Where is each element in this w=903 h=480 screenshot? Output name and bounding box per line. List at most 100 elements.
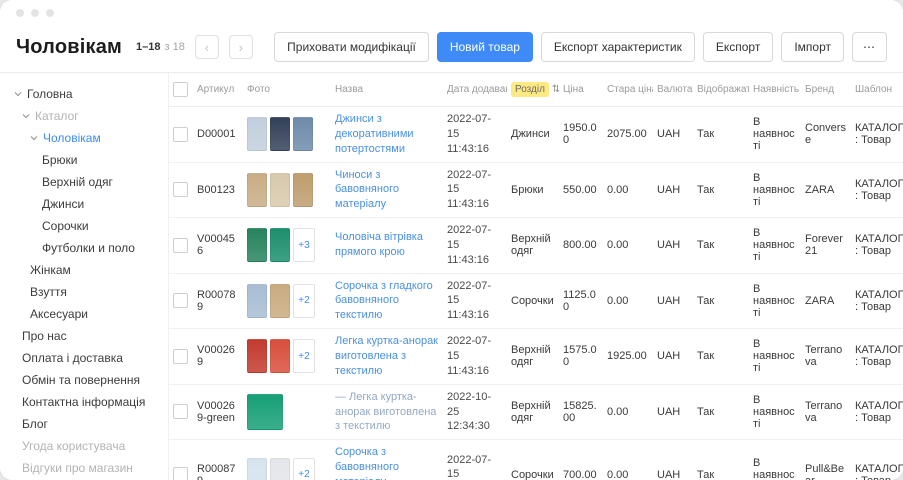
column-header-availability[interactable]: Наявність xyxy=(749,73,801,107)
row-checkbox[interactable] xyxy=(173,404,188,419)
cell-display: Так xyxy=(693,384,749,440)
column-header-price[interactable]: Ціна xyxy=(559,73,603,107)
more-photos-badge[interactable]: +2 xyxy=(293,458,315,480)
column-header-sku[interactable]: Артикул xyxy=(193,73,243,107)
new-product-button[interactable]: Новий товар xyxy=(437,32,533,62)
sidebar-item-label: Аксесуари xyxy=(30,307,88,321)
sidebar-item-pants[interactable]: Брюки xyxy=(12,149,162,171)
product-name-link[interactable]: Сорочка з бавовняного матеріалу притален… xyxy=(335,446,427,480)
row-checkbox[interactable] xyxy=(173,467,188,480)
cell-currency: UAH xyxy=(653,218,693,274)
product-photo[interactable] xyxy=(247,284,267,318)
row-checkbox[interactable] xyxy=(173,127,188,142)
product-name-link[interactable]: Легка куртка-анорак виготовлена з тексти… xyxy=(335,335,438,377)
cell-photos xyxy=(243,107,331,163)
cell-old-price: 0.00 xyxy=(603,440,653,480)
cell-currency: UAH xyxy=(653,440,693,480)
sidebar-item-outerwear[interactable]: Верхній одяг xyxy=(12,171,162,193)
row-checkbox[interactable] xyxy=(173,349,188,364)
sidebar-item-user-agreement[interactable]: Угода користувача xyxy=(12,435,162,457)
pagination-prev-button[interactable]: ‹ xyxy=(195,35,219,59)
cell-availability: В наявності xyxy=(749,218,801,274)
product-photo[interactable] xyxy=(247,117,267,151)
column-header-old_price[interactable]: Стара ціна xyxy=(603,73,653,107)
column-header-photo[interactable]: Фото xyxy=(243,73,331,107)
sidebar-item-contact-info[interactable]: Контактна інформація xyxy=(12,391,162,413)
column-header-template[interactable]: Шаблон xyxy=(851,73,903,107)
column-header-section[interactable]: Розділ⇅ xyxy=(507,73,559,107)
table-row: V000456+3Чоловіча вітрівка прямого крою2… xyxy=(169,218,903,274)
product-name-link[interactable]: Джинси з декоративними потертостями xyxy=(335,113,414,155)
sidebar-item-jeans[interactable]: Джинси xyxy=(12,193,162,215)
sidebar-item-shoes[interactable]: Взуття xyxy=(12,281,162,303)
column-header-date[interactable]: Дата додавання xyxy=(443,73,507,107)
cell-brand: Forever 21 xyxy=(801,218,851,274)
sidebar-item-men[interactable]: Чоловікам xyxy=(12,127,162,149)
product-photo[interactable] xyxy=(247,394,283,430)
product-photo[interactable] xyxy=(270,117,290,151)
row-checkbox[interactable] xyxy=(173,238,188,253)
cell-brand: Terranova xyxy=(801,329,851,385)
sidebar-item-label: Угода користувача xyxy=(22,439,125,453)
sidebar-item-women[interactable]: Жінкам xyxy=(12,259,162,281)
more-photos-badge[interactable]: +2 xyxy=(293,339,315,373)
product-name-link[interactable]: Сорочка з гладкого бавовняного текстилю xyxy=(335,280,433,322)
product-photo[interactable] xyxy=(247,228,267,262)
cell-sku: V000269-green xyxy=(193,384,243,440)
row-checkbox[interactable] xyxy=(173,182,188,197)
product-photo[interactable] xyxy=(247,458,267,480)
sidebar-item-accessories[interactable]: Аксесуари xyxy=(12,303,162,325)
product-photo[interactable] xyxy=(270,228,290,262)
product-photo[interactable] xyxy=(293,173,313,207)
product-name-link[interactable]: Чоловіча вітрівка прямого крою xyxy=(335,231,423,258)
sidebar-item-blog[interactable]: Блог xyxy=(12,413,162,435)
product-photo[interactable] xyxy=(270,339,290,373)
cell-section: Верхній одяг xyxy=(507,218,559,274)
product-photo[interactable] xyxy=(270,458,290,480)
cell-display: Так xyxy=(693,273,749,329)
sidebar-item-about-us[interactable]: Про нас xyxy=(12,325,162,347)
sidebar-item-label: Футболки и поло xyxy=(42,241,135,255)
sidebar-item-catalog[interactable]: Каталог xyxy=(12,105,162,127)
column-header-display[interactable]: Відображати xyxy=(693,73,749,107)
sidebar-item-label: Обмін та повернення xyxy=(22,373,140,387)
photo-group: +3 xyxy=(247,228,327,262)
product-name-link[interactable]: Чиноси з бавовняного матеріалу xyxy=(335,169,399,211)
sidebar-item-tshirts-polo[interactable]: Футболки и поло xyxy=(12,237,162,259)
table-row: D00001Джинси з декоративними потертостям… xyxy=(169,107,903,163)
hide-modifications-button[interactable]: Приховати модифікації xyxy=(274,32,429,62)
cell-section: Верхній одяг xyxy=(507,384,559,440)
sidebar-item-home[interactable]: Головна xyxy=(12,83,162,105)
sort-icon[interactable]: ⇅ xyxy=(552,84,559,95)
product-photo[interactable] xyxy=(270,173,290,207)
product-photo[interactable] xyxy=(247,339,267,373)
pagination-next-button[interactable]: › xyxy=(229,35,253,59)
cell-checkbox xyxy=(169,273,193,329)
export-characteristics-button[interactable]: Експорт характеристик xyxy=(541,32,695,62)
product-table-container: АртикулФотоНазваДата додаванняРозділ⇅Цін… xyxy=(168,73,903,480)
cell-price: 550.00 xyxy=(559,162,603,218)
more-button[interactable]: ⋯ xyxy=(852,32,887,62)
column-header-name[interactable]: Назва xyxy=(331,73,443,107)
cell-availability: В наявності xyxy=(749,107,801,163)
sidebar-item-exchange-return[interactable]: Обмін та повернення xyxy=(12,369,162,391)
cell-sku: V000269 xyxy=(193,329,243,385)
cell-name: Сорочка з бавовняного матеріалу притален… xyxy=(331,440,443,480)
column-header-currency[interactable]: Валюта xyxy=(653,73,693,107)
sidebar-item-store-reviews[interactable]: Відгуки про магазин xyxy=(12,457,162,479)
more-photos-badge[interactable]: +3 xyxy=(293,228,315,262)
select-all-checkbox[interactable] xyxy=(173,82,188,97)
column-header-brand[interactable]: Бренд xyxy=(801,73,851,107)
export-button[interactable]: Експорт xyxy=(703,32,773,62)
product-photo[interactable] xyxy=(247,173,267,207)
product-photo[interactable] xyxy=(293,117,313,151)
row-checkbox[interactable] xyxy=(173,293,188,308)
sidebar-item-payment-delivery[interactable]: Оплата і доставка xyxy=(12,347,162,369)
product-name-link[interactable]: — Легка куртка-анорак виготовлена з текс… xyxy=(335,391,436,433)
cell-currency: UAH xyxy=(653,329,693,385)
sidebar-item-shirts[interactable]: Сорочки xyxy=(12,215,162,237)
chevron-down-icon xyxy=(30,134,38,142)
product-photo[interactable] xyxy=(270,284,290,318)
more-photos-badge[interactable]: +2 xyxy=(293,284,315,318)
import-button[interactable]: Імпорт xyxy=(781,32,844,62)
